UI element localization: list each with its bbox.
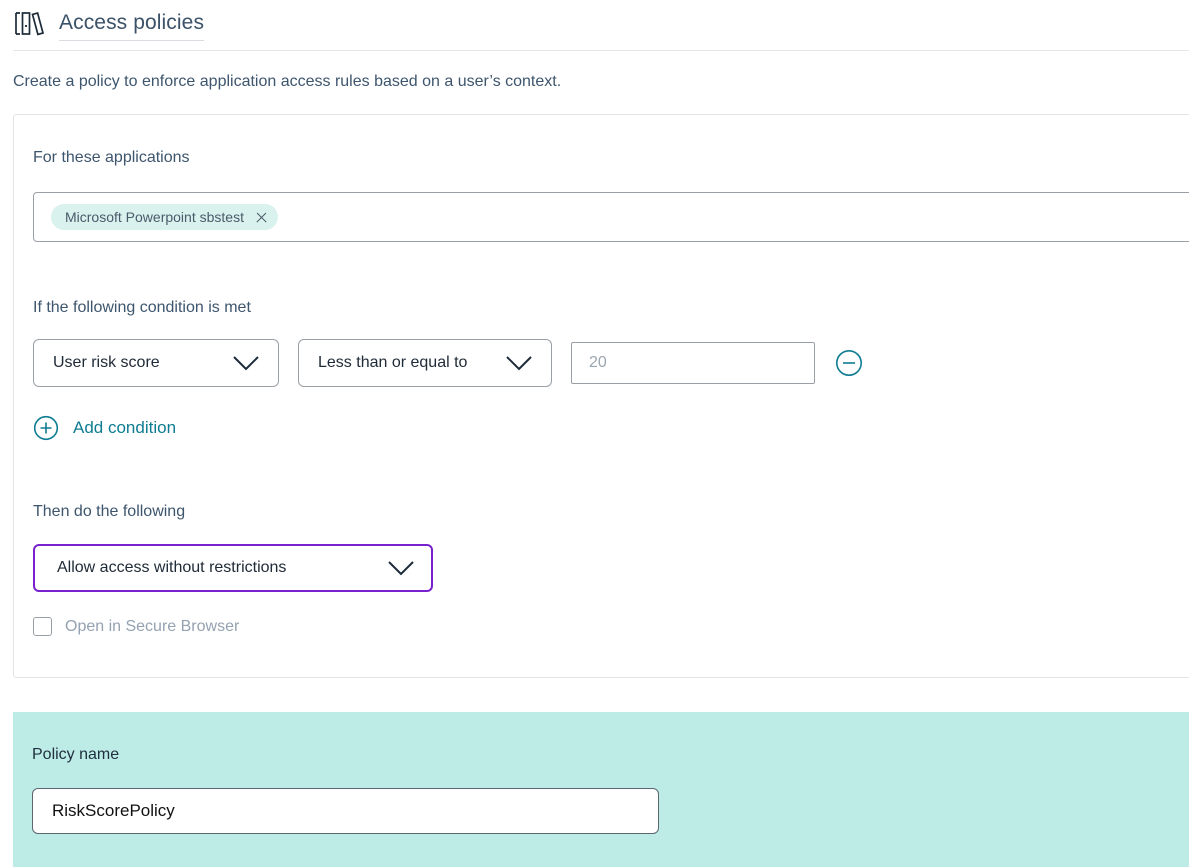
application-chip[interactable]: Microsoft Powerpoint sbstest — [51, 204, 278, 230]
condition-label: If the following condition is met — [33, 299, 251, 316]
condition-attribute-select[interactable]: User risk score — [33, 339, 279, 387]
secure-browser-label: Open in Secure Browser — [65, 617, 240, 635]
secure-browser-checkbox[interactable] — [33, 617, 52, 636]
action-select[interactable]: Allow access without restrictions — [33, 544, 433, 592]
condition-attribute-value: User risk score — [53, 354, 160, 371]
applications-section: For these applications Microsoft Powerpo… — [14, 115, 1189, 242]
chevron-down-icon — [386, 559, 416, 577]
add-condition-label: Add condition — [73, 418, 177, 437]
plus-circle-icon — [33, 415, 59, 441]
policy-form-card: For these applications Microsoft Powerpo… — [13, 114, 1189, 678]
close-icon[interactable] — [255, 211, 268, 224]
applications-label: For these applications — [33, 149, 190, 166]
action-select-value: Allow access without restrictions — [57, 559, 287, 576]
condition-operator-value: Less than or equal to — [318, 354, 468, 371]
chevron-down-icon — [231, 354, 261, 372]
intro-description: Create a policy to enforce application a… — [13, 73, 562, 90]
condition-section: If the following condition is met User r… — [14, 242, 1189, 446]
action-label: Then do the following — [33, 503, 186, 520]
add-condition-button[interactable]: Add condition — [33, 415, 176, 441]
condition-value-input[interactable] — [571, 342, 815, 384]
applications-input[interactable]: Microsoft Powerpoint sbstest — [33, 192, 1189, 242]
policy-name-label: Policy name — [32, 746, 120, 763]
condition-row: User risk score Less than or equal to — [33, 339, 1189, 387]
header-divider — [13, 50, 1189, 51]
chevron-down-icon — [504, 354, 534, 372]
condition-operator-select[interactable]: Less than or equal to — [298, 339, 552, 387]
page-header: Access policies — [0, 0, 1189, 50]
books-icon — [13, 9, 45, 39]
minus-circle-icon[interactable] — [835, 349, 863, 377]
action-section: Then do the following Allow access witho… — [14, 446, 1189, 677]
page-title: Access policies — [59, 10, 205, 41]
secure-browser-checkbox-row[interactable]: Open in Secure Browser — [33, 617, 1189, 677]
policy-name-input[interactable] — [32, 788, 659, 834]
policy-name-section: Policy name — [13, 712, 1189, 867]
application-chip-label: Microsoft Powerpoint sbstest — [65, 209, 244, 225]
